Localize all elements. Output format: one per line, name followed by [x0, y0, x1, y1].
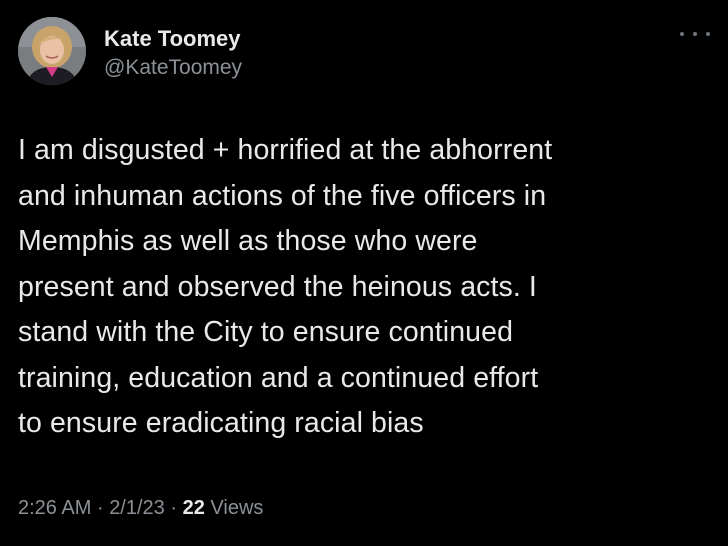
tweet-date[interactable]: 2/1/23	[109, 497, 165, 519]
author-display-name[interactable]: Kate Toomey	[104, 26, 242, 52]
tweet-text-line: I am disgusted + horrified at the abhorr…	[18, 134, 553, 166]
tweet-header: Kate Toomey @KateToomey	[18, 17, 242, 85]
more-dot	[706, 32, 710, 36]
meta-separator: ·	[96, 497, 104, 519]
tweet-text-line: training, education and a continued effo…	[18, 361, 539, 394]
meta-separator: ·	[170, 497, 178, 519]
tweet-text-line: and inhuman actions of the five officers…	[18, 179, 547, 212]
tweet-text-line: to ensure eradicating racial bias	[18, 407, 424, 439]
views-count[interactable]: 22	[183, 497, 205, 519]
avatar[interactable]	[18, 17, 86, 85]
author-handle[interactable]: @KateToomey	[104, 55, 242, 81]
tweet-text-line: stand with the City to ensure continued	[18, 316, 514, 348]
author-names: Kate Toomey @KateToomey	[104, 26, 242, 81]
more-dot	[680, 32, 684, 36]
views-label: Views	[210, 497, 264, 519]
tweet-text: I am disgusted + horrified at the abhorr…	[18, 128, 708, 447]
tweet-card: Kate Toomey @KateToomey I am disgusted +…	[0, 0, 728, 546]
tweet-text-line: present and observed the heinous acts. I	[18, 270, 537, 303]
avatar-photo	[18, 17, 86, 85]
tweet-metadata: 2:26 AM · 2/1/23 · 22 Views	[18, 494, 263, 522]
more-dot	[693, 32, 697, 36]
tweet-text-line: Memphis as well as those who were	[18, 225, 478, 257]
tweet-time[interactable]: 2:26 AM	[18, 497, 91, 519]
more-options-icon[interactable]	[680, 26, 710, 42]
